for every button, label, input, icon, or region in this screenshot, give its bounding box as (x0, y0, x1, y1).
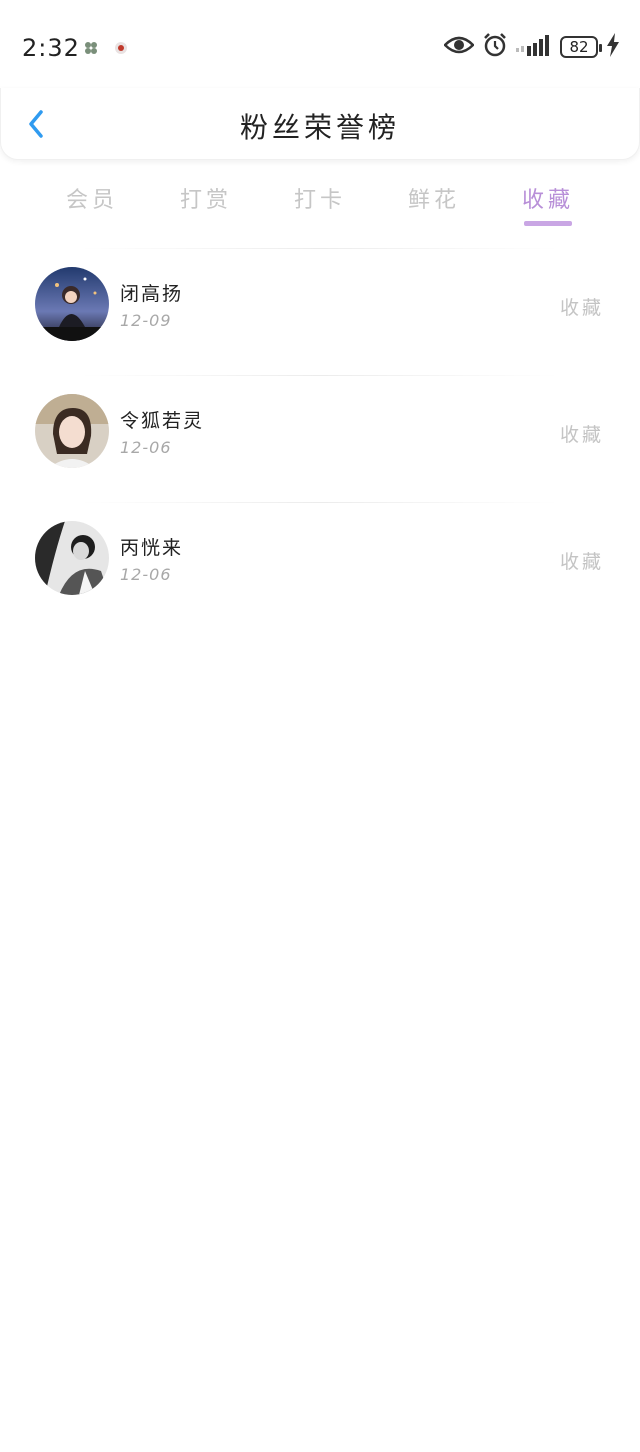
fan-date: 12-09 (120, 311, 172, 330)
clover-icon (84, 40, 98, 54)
fan-name: 丙恍来 (120, 537, 184, 559)
fan-name: 闭高扬 (120, 283, 184, 305)
tab-label: 会员 (65, 188, 118, 213)
tab-reward[interactable]: 打赏 (149, 176, 263, 232)
alarm-icon (482, 32, 508, 62)
list-item[interactable]: 闭高扬 12-09 收藏 (0, 249, 640, 375)
charging-icon (606, 33, 620, 61)
status-icons: 82 (443, 32, 620, 62)
tab-favorites[interactable]: 收藏 (491, 176, 605, 232)
tab-label: 打赏 (179, 188, 232, 213)
tab-checkin[interactable]: 打卡 (263, 176, 377, 232)
favorite-label: 收藏 (559, 424, 604, 446)
battery-icon: 82 (560, 36, 602, 58)
fan-date: 12-06 (120, 565, 172, 584)
favorite-label: 收藏 (559, 297, 604, 319)
fan-list: 闭高扬 12-09 收藏 令狐若灵 12-06 收藏 丙恍来 12-06 收藏 (0, 248, 640, 629)
fan-name: 令狐若灵 (120, 410, 205, 432)
list-item[interactable]: 丙恍来 12-06 收藏 (0, 503, 640, 629)
notification-app-icon (114, 40, 128, 54)
active-tab-indicator (524, 221, 572, 226)
eye-icon (443, 35, 475, 59)
list-item[interactable]: 令狐若灵 12-06 收藏 (0, 376, 640, 502)
fan-date: 12-06 (120, 438, 172, 457)
avatar (35, 394, 109, 468)
signal-icon (516, 34, 552, 60)
tab-label: 打卡 (293, 188, 346, 213)
tab-bar: 会员 打赏 打卡 鲜花 收藏 (35, 176, 605, 232)
avatar (35, 521, 109, 595)
favorite-label: 收藏 (559, 551, 604, 573)
status-bar: 2:32 82 (0, 0, 640, 92)
tab-flowers[interactable]: 鲜花 (377, 176, 491, 232)
tab-member[interactable]: 会员 (35, 176, 149, 232)
page-title: 粉丝荣誉榜 (239, 111, 400, 144)
avatar (35, 267, 109, 341)
header: 粉丝荣誉榜 (0, 88, 640, 160)
tab-label: 收藏 (521, 188, 574, 213)
status-time: 2:32 (22, 34, 80, 62)
tab-label: 鲜花 (407, 188, 460, 213)
